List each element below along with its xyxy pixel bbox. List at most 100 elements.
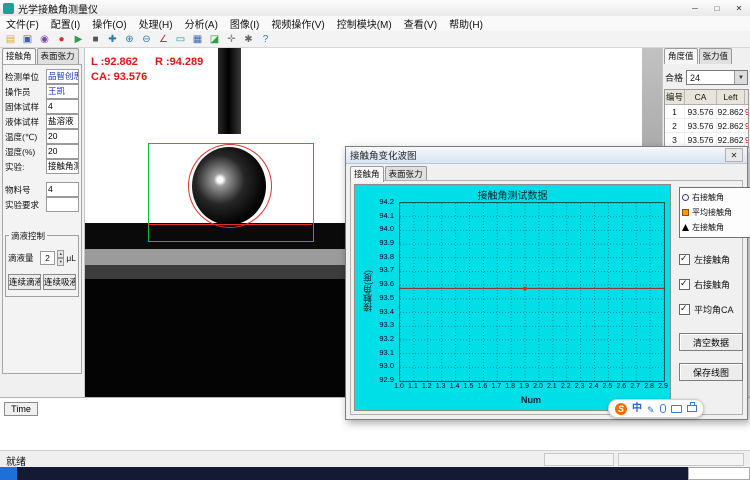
pass-count-combobox[interactable]: 24 ▼ [686,70,748,85]
toolbox-icon[interactable] [687,405,697,412]
column-header-ca[interactable]: CA [685,90,717,104]
continuous-dispense-button[interactable]: 连续滴液 [8,274,41,290]
field-input[interactable]: 4 [46,182,79,197]
field-input[interactable]: 接触角测量 [46,159,79,174]
series-checkbox[interactable]: 右接触角 [679,278,734,291]
menu-item[interactable]: 帮助(H) [443,16,489,31]
drop-amount-stepper[interactable]: ▲ ▼ [57,250,64,266]
field-input[interactable]: 20 [46,144,79,159]
save-plot-button[interactable]: 保存线图 [679,363,743,381]
table-row[interactable]: 2 93.576 92.862 94.289 [665,119,748,133]
calibrate-icon[interactable]: ✛ [224,33,239,46]
spin-down-icon[interactable]: ▼ [57,258,64,266]
menu-item[interactable]: 查看(V) [398,16,443,31]
field-row: 物料号 4 [5,182,79,197]
save-icon[interactable]: ▣ [20,33,35,46]
field-input[interactable]: 王凯 [46,84,79,99]
spin-up-icon[interactable]: ▲ [57,250,64,258]
mic-icon[interactable] [660,404,666,413]
menu-item[interactable]: 视频操作(V) [265,16,330,31]
time-button[interactable]: Time [4,402,38,416]
tab-contact-angle[interactable]: 接触角 [2,48,36,64]
cell-right: 94.289 [745,133,749,146]
play-icon[interactable]: ▶ [71,33,86,46]
series-checkbox[interactable]: 平均角CA [679,303,734,316]
drop-amount-input[interactable]: 2 [40,251,55,265]
table-row[interactable]: 1 93.576 92.862 94.289 [665,105,748,119]
menu-item[interactable]: 分析(A) [179,16,224,31]
column-header-num[interactable]: 编号 [665,90,685,104]
chart-window-titlebar[interactable]: 接触角变化波图 ✕ [346,147,747,164]
ime-toolbar[interactable]: S 中 [608,399,704,418]
continuous-aspirate-button[interactable]: 连续吸液 [43,274,76,290]
field-input[interactable]: 20 [46,129,79,144]
menu-item[interactable]: 控制模块(M) [331,16,398,31]
tab-tension-values[interactable]: 张力值 [699,48,733,64]
maximize-button[interactable]: □ [706,0,728,16]
cell-right: 94.289 [745,119,749,132]
field-input[interactable]: 品智创思 [46,69,79,84]
ruler-icon[interactable]: ▭ [173,33,188,46]
field-row: 实验要求 [5,197,79,212]
chinese-mode-icon[interactable]: 中 [632,403,642,415]
table-row[interactable]: 3 93.576 92.862 94.289 [665,133,748,147]
menu-item[interactable]: 图像(I) [224,16,265,31]
checkbox-label: 平均角CA [694,303,734,316]
drop-amount-unit: μL [66,253,76,263]
field-label: 物料号 [5,184,46,196]
checkbox-box[interactable] [679,304,690,315]
taskbar-start-button[interactable] [0,467,17,480]
legend-label: 平均接触角 [692,207,732,218]
snapshot-icon[interactable]: ✚ [105,33,120,46]
pen-icon[interactable] [647,400,655,418]
status-bar: 就绪 [0,450,750,468]
checkbox-box[interactable] [679,279,690,290]
column-header-left[interactable]: Left [717,90,745,104]
series-checkbox[interactable]: 左接触角 [679,253,734,266]
minimize-button[interactable]: ─ [684,0,706,16]
chevron-down-icon[interactable]: ▼ [734,71,747,84]
status-cell [544,453,614,466]
open-folder-icon[interactable]: ▤ [3,33,18,46]
grid-icon[interactable]: ▦ [190,33,205,46]
field-input[interactable] [46,197,79,212]
tab-surface-tension[interactable]: 表面张力 [37,48,79,64]
y-tick-label: 93.3 [379,321,394,329]
y-tick-label: 93.0 [379,362,394,370]
x-tick-label: 1.0 [394,383,404,390]
stop-icon[interactable]: ■ [88,33,103,46]
field-input[interactable]: 4 [46,99,79,114]
square-marker-icon [682,209,689,216]
chart-window-close-button[interactable]: ✕ [725,148,743,162]
angle-icon[interactable]: ∠ [156,33,171,46]
titlebar[interactable]: 光学接触角测量仪 ─ □ ✕ [0,0,750,17]
checkbox-label: 左接触角 [694,253,730,266]
field-input[interactable]: 盐溶液 [46,114,79,129]
sogou-logo-icon[interactable]: S [615,403,627,415]
clear-data-button[interactable]: 清空数据 [679,333,743,351]
x-tick-label: 2.0 [533,383,543,390]
help-icon[interactable]: ? [258,33,273,46]
close-button[interactable]: ✕ [728,0,750,16]
menu-item[interactable]: 文件(F) [0,16,45,31]
menu-item[interactable]: 处理(H) [133,16,179,31]
zoom-out-icon[interactable]: ⊖ [139,33,154,46]
zoom-in-icon[interactable]: ⊕ [122,33,137,46]
dosing-needle [218,47,241,134]
tab-angle-values[interactable]: 角度值 [664,48,698,64]
keyboard-icon[interactable] [671,405,682,413]
chart-tab-contact-angle[interactable]: 接触角 [350,166,384,182]
drop-group-title: 滴液控制 [9,230,47,242]
x-tick-label: 1.2 [422,383,432,390]
legend-label: 左接触角 [692,222,724,233]
checkbox-box[interactable] [679,254,690,265]
settings-icon[interactable]: ✱ [241,33,256,46]
camera-icon[interactable]: ◉ [37,33,52,46]
y-tick-label: 93.7 [379,266,394,274]
menu-item[interactable]: 操作(O) [86,16,132,31]
record-icon[interactable]: ● [54,33,69,46]
menu-item[interactable]: 配置(I) [45,16,86,31]
taskbar-tray[interactable] [688,467,750,480]
legend-label: 右接触角 [692,192,724,203]
chart-icon[interactable]: ◪ [207,33,222,46]
